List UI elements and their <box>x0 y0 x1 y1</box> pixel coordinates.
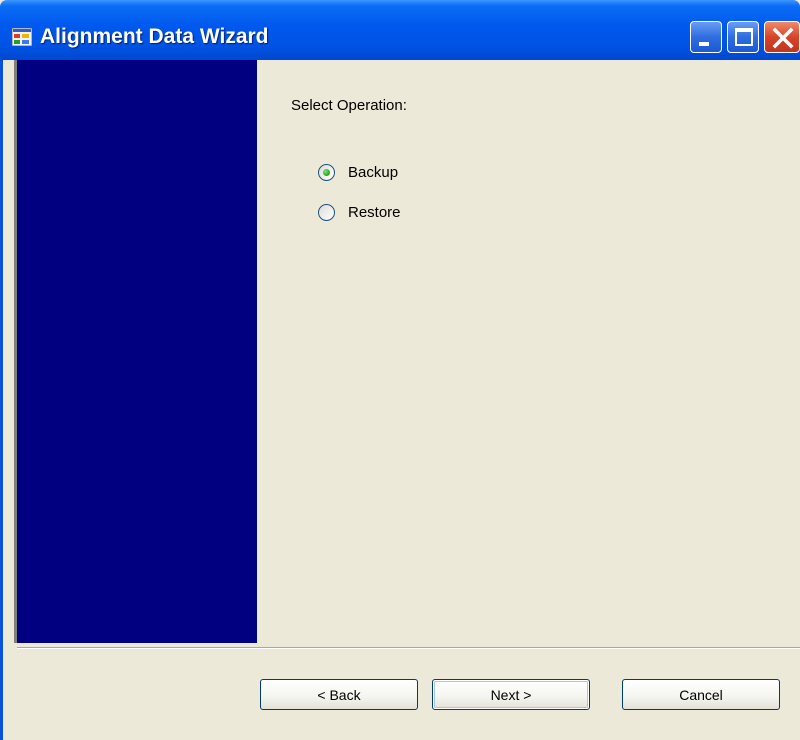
backup-label[interactable]: Backup <box>348 164 398 181</box>
restore-radio[interactable] <box>318 203 335 221</box>
footer-divider-highlight <box>17 648 800 649</box>
maximize-button[interactable] <box>727 21 759 53</box>
radio-selected-dot <box>323 168 330 176</box>
app-icon <box>11 27 33 47</box>
backup-radio[interactable] <box>318 163 335 181</box>
wizard-banner <box>17 60 257 643</box>
restore-label[interactable]: Restore <box>348 204 401 221</box>
close-icon <box>772 27 794 49</box>
wizard-content <box>257 60 800 643</box>
minimize-button[interactable] <box>690 21 722 53</box>
select-operation-label: Select Operation: <box>291 97 407 114</box>
back-button[interactable]: < Back <box>260 679 418 710</box>
window-frame <box>0 60 3 740</box>
minimize-icon <box>699 42 709 46</box>
title-bar[interactable]: Alignment Data Wizard <box>0 0 800 60</box>
close-button[interactable] <box>764 21 800 53</box>
next-button[interactable]: Next > <box>432 679 590 710</box>
maximize-icon <box>735 28 753 46</box>
window-title: Alignment Data Wizard <box>40 25 269 48</box>
cancel-button[interactable]: Cancel <box>622 679 780 710</box>
wizard-window: Alignment Data Wizard Select Operation: … <box>0 0 800 740</box>
backup-option[interactable]: Backup <box>318 161 398 183</box>
restore-option[interactable]: Restore <box>318 201 401 223</box>
